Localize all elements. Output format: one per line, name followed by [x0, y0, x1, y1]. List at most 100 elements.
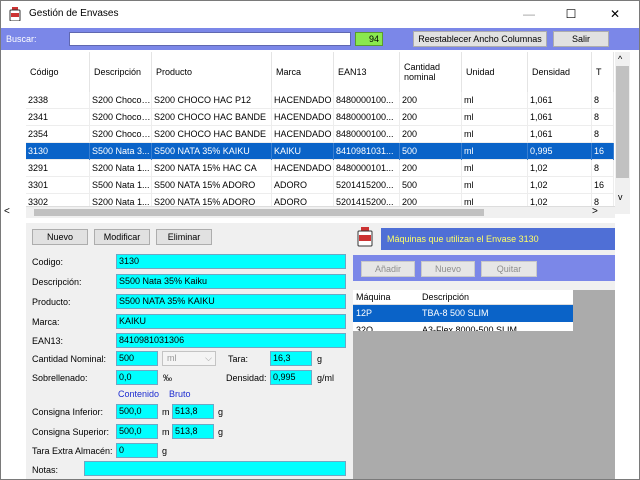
table-cell: HACENDADO — [272, 126, 334, 143]
new-machine-button[interactable]: Nuevo — [421, 261, 475, 277]
scroll-right-icon[interactable]: > — [592, 206, 598, 217]
reset-columns-button[interactable]: Reestablecer Ancho Columnas — [413, 31, 547, 47]
scroll-up-icon[interactable]: ^ — [618, 54, 622, 64]
consigna-inferior-bruto-field[interactable]: 513,8 — [172, 404, 214, 419]
column-header[interactable]: Descripción — [90, 52, 152, 92]
horizontal-scrollbar[interactable]: < > — [4, 206, 615, 218]
table-row[interactable]: 2354 S200 Choco ... S200 CHOCO HAC BANDE HA… — [26, 126, 614, 143]
hscroll-thumb[interactable] — [34, 209, 484, 216]
densidad-field[interactable]: 0,995 — [270, 370, 312, 385]
cantidad-field[interactable]: 500 — [116, 351, 158, 366]
table-cell: HACENDADO — [272, 160, 334, 177]
producto-label: Producto: — [32, 297, 71, 307]
app-window: Gestión de Envases — ☐ ✕ Buscar: 94 Rees… — [0, 0, 640, 480]
sobrellenado-label: Sobrellenado: — [32, 373, 88, 383]
table-cell: 3130 — [26, 143, 90, 160]
table-cell: 1,061 — [528, 126, 592, 143]
table-cell: 3291 — [26, 160, 90, 177]
sobrellenado-unit: ‰ — [163, 373, 172, 383]
modify-button[interactable]: Modificar — [94, 229, 150, 245]
search-input[interactable] — [69, 32, 351, 46]
producto-field[interactable]: S500 NATA 35% KAIKU — [116, 294, 346, 309]
table-cell: S200 CHOCO HAC BANDE — [152, 109, 272, 126]
column-header[interactable]: Unidad — [462, 52, 528, 92]
table-cell: 8 — [592, 109, 614, 126]
sobrellenado-field[interactable]: 0,0 — [116, 370, 158, 385]
consigna-superior-bruto-field[interactable]: 513,8 — [172, 424, 214, 439]
column-header[interactable]: Cantidad nominal — [400, 52, 462, 92]
result-count: 94 — [355, 32, 383, 46]
tara-unit: g — [317, 354, 323, 364]
column-header[interactable]: Producto — [152, 52, 272, 92]
table-row[interactable]: 3130 S500 Nata 3... S500 NATA 35% KAIKU KAI… — [26, 143, 614, 160]
machine-cell: 12P — [356, 308, 373, 318]
column-header[interactable]: EAN13 — [334, 52, 400, 92]
table-cell: S200 Choco ... — [90, 126, 152, 143]
table-cell: 8 — [592, 160, 614, 177]
tara-extra-unit: g — [162, 446, 168, 456]
add-machine-button[interactable]: Añadir — [361, 261, 415, 277]
column-header[interactable]: Código — [26, 52, 90, 92]
close-button[interactable]: ✕ — [593, 1, 637, 27]
descripcion-field[interactable]: S500 Nata 35% Kaiku — [116, 274, 346, 289]
table-cell: S200 Choco ... — [90, 92, 152, 109]
machine-column-header[interactable]: Máquina — [353, 290, 419, 304]
chevron-down-icon: ⌵ — [205, 353, 212, 363]
scroll-thumb[interactable] — [616, 66, 629, 178]
consigna-inferior-bruto-unit: g — [218, 407, 224, 417]
consigna-inferior-field[interactable]: 500,0 — [116, 404, 158, 419]
table-row[interactable]: 2338 S200 Choco ... S200 CHOCO HAC P12 HACE… — [26, 92, 614, 109]
table-cell: S500 Nata 1... — [90, 177, 152, 194]
window-title: Gestión de Envases — [29, 8, 119, 19]
vertical-scrollbar[interactable]: ^ v — [615, 52, 630, 214]
contenido-label: Contenido — [118, 389, 160, 399]
column-header[interactable]: T — [592, 52, 614, 92]
table-cell: 500 — [400, 143, 462, 160]
table-cell: ml — [462, 177, 528, 194]
table-cell: 1,02 — [528, 177, 592, 194]
tara-extra-field[interactable]: 0 — [116, 443, 158, 458]
consigna-superior-field[interactable]: 500,0 — [116, 424, 158, 439]
table-cell: 8480000100... — [334, 92, 400, 109]
new-button[interactable]: Nuevo — [32, 229, 88, 245]
machines-empty-area — [353, 331, 573, 479]
codigo-field[interactable]: 3130 — [116, 254, 346, 269]
column-header[interactable]: Marca — [272, 52, 334, 92]
table-cell: 200 — [400, 126, 462, 143]
table-cell: KAIKU — [272, 143, 334, 160]
marca-field[interactable]: KAIKU — [116, 314, 346, 329]
table-row[interactable]: 3301 S500 Nata 1... S500 NATA 15% ADORO ADO… — [26, 177, 614, 194]
table-cell: 1,02 — [528, 160, 592, 177]
unit-select[interactable]: ml ⌵ — [162, 351, 216, 366]
table-cell: S500 Nata 3... — [90, 143, 152, 160]
description-column-header[interactable]: Descripción — [419, 290, 573, 304]
grid-header: Código Descripción Producto Marca EAN13 Canti… — [26, 52, 614, 92]
machine-description-cell: TBA-8 500 SLIM — [422, 308, 489, 318]
table-cell: 2341 — [26, 109, 90, 126]
remove-machine-button[interactable]: Quitar — [481, 261, 537, 277]
consigna-inferior-label: Consigna Inferior: — [32, 407, 104, 417]
descripcion-label: Descripción: — [32, 277, 82, 287]
tara-field[interactable]: 16,3 — [270, 351, 312, 366]
tara-extra-label: Tara Extra Almacén: — [32, 446, 113, 456]
exit-button[interactable]: Salir — [553, 31, 609, 47]
table-row[interactable]: 3291 S200 Nata 1... S200 NATA 15% HAC CA HA… — [26, 160, 614, 177]
notas-field[interactable] — [84, 461, 346, 476]
table-cell: 200 — [400, 109, 462, 126]
densidad-unit: g/ml — [317, 373, 335, 383]
notas-label: Notas: — [32, 465, 59, 475]
bruto-label: Bruto — [169, 389, 191, 399]
minimize-button[interactable]: — — [507, 1, 551, 27]
scroll-left-icon[interactable]: < — [4, 206, 10, 217]
machines-header: Máquinas que utilizan el Envase 3130 — [381, 228, 615, 250]
table-cell: HACENDADO — [272, 92, 334, 109]
table-row[interactable]: 2341 S200 Choco ... S200 CHOCO HAC BANDE HA… — [26, 109, 614, 126]
table-cell: HACENDADO — [272, 109, 334, 126]
maximize-button[interactable]: ☐ — [549, 1, 593, 27]
machine-row[interactable]: 12P TBA-8 500 SLIM — [353, 305, 573, 322]
scroll-down-icon[interactable]: v — [618, 192, 623, 202]
table-cell: ml — [462, 109, 528, 126]
delete-button[interactable]: Eliminar — [156, 229, 212, 245]
ean13-field[interactable]: 8410981031306 — [116, 333, 346, 348]
column-header[interactable]: Densidad — [528, 52, 592, 92]
